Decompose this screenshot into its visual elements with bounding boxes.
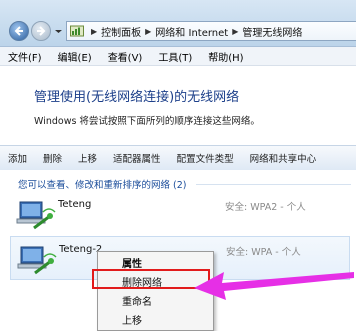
context-menu-label: 上移 [122,316,142,327]
title-bar: ▶ 控制面板 ▶ 网络和 Internet ▶ 管理无线网络 [0,0,356,47]
command-toolbar: 添加 删除 上移 适配器属性 配置文件类型 网络和共享中心 [0,145,356,171]
history-dropdown-icon[interactable] [54,26,63,36]
page-header: 管理使用(无线网络连接)的无线网络 Windows 将尝试按照下面所列的顺序连接… [0,66,356,144]
menu-bar: 文件(F) 编辑(E) 查看(V) 工具(T) 帮助(H) [0,47,356,66]
profile-types-button[interactable]: 配置文件类型 [169,151,242,165]
network-name: Teteng-2 [59,244,103,255]
menu-tools[interactable]: 工具(T) [150,49,200,64]
breadcrumb-separator-icon: ▶ [91,26,98,36]
forward-button[interactable] [31,21,51,41]
breadcrumb-separator-icon: ▶ [145,26,152,36]
move-up-button[interactable]: 上移 [70,151,105,165]
remove-button[interactable]: 删除 [35,151,70,165]
breadcrumb-separator-icon: ▶ [232,26,239,36]
context-menu-move-up[interactable]: 上移 [98,310,213,328]
page-description: Windows 将尝试按照下面所列的顺序连接这些网络。 [34,116,260,127]
network-name: Teteng [58,199,92,210]
menu-view[interactable]: 查看(V) [100,49,151,64]
context-menu-label: 属性 [122,259,142,270]
network-security: 安全: WPA2 - 个人 [225,202,306,213]
annotation-arrow-icon [194,272,354,300]
adapter-properties-button[interactable]: 适配器属性 [105,151,169,165]
context-menu-label: 重命名 [122,297,152,308]
back-arrow-icon [14,26,23,36]
network-item[interactable]: Teteng 安全: WPA2 - 个人 [10,192,350,236]
address-bar[interactable]: ▶ 控制面板 ▶ 网络和 Internet ▶ 管理无线网络 [66,21,356,41]
network-security: 安全: WPA - 个人 [226,247,301,258]
menu-file[interactable]: 文件(F) [0,49,50,64]
wireless-network-icon [17,246,57,275]
control-panel-icon [70,25,84,37]
forward-arrow-icon [37,26,46,36]
menu-edit[interactable]: 编辑(E) [50,49,100,64]
network-sharing-center-button[interactable]: 网络和共享中心 [242,151,325,165]
group-label: 您可以查看、修改和重新排序的网络 (2) [18,180,187,191]
back-button[interactable] [9,21,29,41]
breadcrumb-manage-wireless[interactable]: 管理无线网络 [242,24,302,39]
page-title: 管理使用(无线网络连接)的无线网络 [34,90,240,105]
breadcrumb-network-internet[interactable]: 网络和 Internet [155,24,228,39]
breadcrumb-control-panel[interactable]: 控制面板 [101,24,141,39]
add-button[interactable]: 添加 [0,151,35,165]
group-divider [196,184,351,185]
menu-help[interactable]: 帮助(H) [200,49,251,64]
wireless-network-icon [16,201,56,230]
